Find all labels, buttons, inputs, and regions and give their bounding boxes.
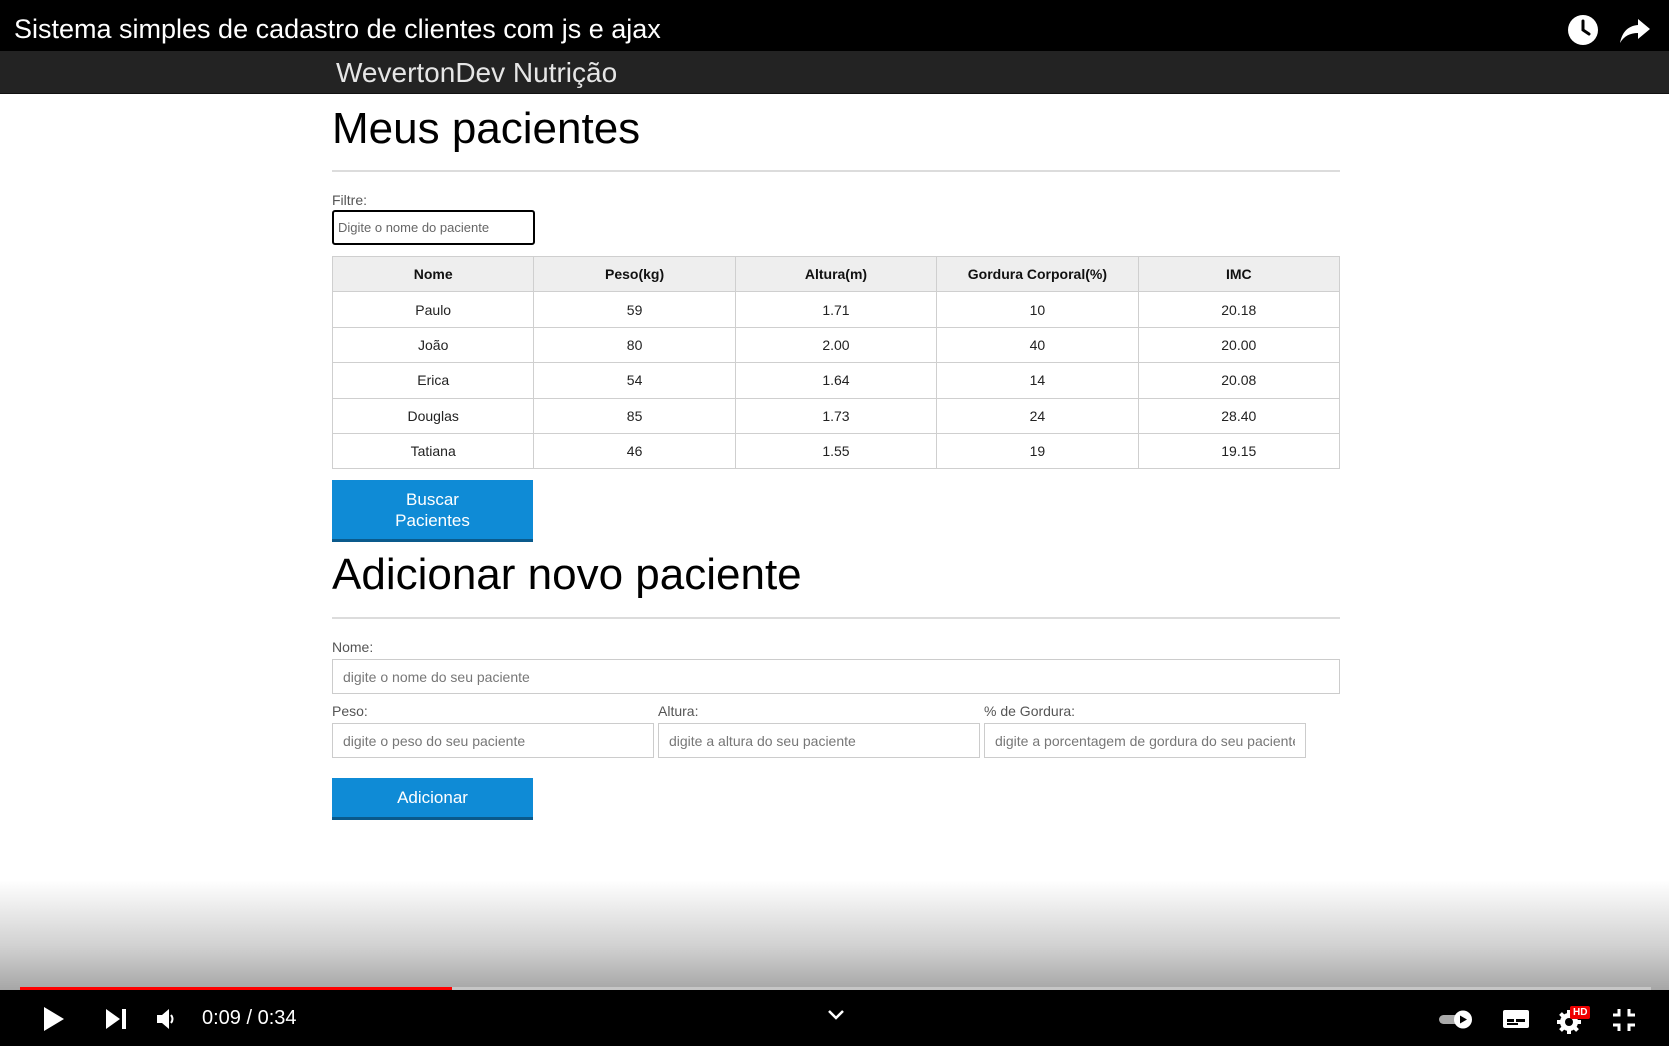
cell-nome: Douglas [331,397,535,434]
cell-imc: 19.15 [1137,432,1341,470]
column-header-nome: Nome [331,255,535,293]
weight-group: Peso: [332,703,654,759]
height-group: Altura: [658,703,980,759]
cell-altura: 1.73 [734,397,938,434]
play-icon[interactable] [42,1006,66,1032]
add-patient-button[interactable]: Adicionar [332,778,533,821]
filter-label: Filtre: [332,192,367,208]
cell-altura: 1.64 [734,362,938,399]
duration: 0:34 [257,1007,297,1029]
cell-gordura: 14 [936,362,1139,399]
fat-field[interactable] [984,723,1306,759]
share-icon[interactable] [1618,13,1652,47]
table-row[interactable]: Paulo 59 1.71 10 20.18 [331,291,1341,328]
table-row[interactable]: João 80 2.00 40 20.00 [331,326,1341,364]
current-time: 0:09 [202,1007,241,1029]
weight-field[interactable] [332,723,654,759]
patients-title: Meus pacientes [332,104,641,153]
settings-button[interactable]: HD [1556,1006,1591,1034]
cell-imc: 28.40 [1137,397,1341,434]
patients-divider [332,170,1340,172]
cell-altura: 1.71 [734,291,938,328]
cell-gordura: 10 [936,291,1139,328]
autoplay-toggle-icon[interactable] [1438,1009,1474,1029]
cell-nome: Erica [331,362,535,399]
cell-altura: 2.00 [734,326,938,364]
height-label: Altura: [658,703,699,720]
filter-input[interactable] [332,210,535,245]
hd-badge: HD [1570,1006,1591,1019]
cell-imc: 20.00 [1137,326,1341,364]
name-field[interactable] [332,659,1340,695]
table-row[interactable]: Tatiana 46 1.55 19 19.15 [331,432,1341,470]
cell-peso: 85 [533,397,736,434]
next-icon[interactable] [104,1008,128,1030]
cell-nome: João [331,326,535,364]
search-button-label-line1: Buscar [406,490,459,510]
cell-imc: 20.18 [1137,291,1341,328]
cell-imc: 20.08 [1137,362,1341,399]
column-header-gordura: Gordura Corporal(%) [936,255,1139,293]
player-top-bar: Sistema simples de cadastro de clientes … [0,0,1669,51]
patients-table: Nome Peso(kg) Altura(m) Gordura Corporal… [331,255,1341,470]
time-display: 0:09 / 0:34 [202,1007,297,1030]
cell-peso: 46 [533,432,736,470]
measurements-row: Peso: Altura: % de Gordura: [332,703,1340,759]
table-header-row: Nome Peso(kg) Altura(m) Gordura Corporal… [331,255,1341,293]
table-row[interactable]: Erica 54 1.64 14 20.08 [331,362,1341,399]
cell-peso: 54 [533,362,736,399]
video-title[interactable]: Sistema simples de cadastro de clientes … [14,14,661,45]
time-separator: / [246,1007,253,1029]
exit-fullscreen-icon[interactable] [1612,1008,1636,1032]
app-header: WevertonDev Nutrição [0,51,1669,94]
main-content: Meus pacientes Filtre: Nome Peso(kg) Alt… [331,94,1341,821]
volume-icon[interactable] [156,1008,176,1030]
fat-group: % de Gordura: [984,703,1306,759]
cell-nome: Tatiana [331,432,535,470]
search-patients-button[interactable]: Buscar Pacientes [332,480,533,543]
subtitles-icon[interactable] [1502,1008,1530,1030]
chevron-down-icon[interactable] [826,1008,846,1022]
height-field[interactable] [658,723,980,759]
add-patient-title: Adicionar novo paciente [332,550,802,600]
cell-peso: 80 [533,326,736,364]
watch-later-icon[interactable] [1566,13,1600,47]
name-label: Nome: [332,639,374,656]
column-header-altura: Altura(m) [734,255,938,293]
fat-label: % de Gordura: [984,703,1076,720]
add-divider [332,617,1340,620]
cell-gordura: 19 [936,432,1139,470]
column-header-peso: Peso(kg) [533,255,736,293]
cell-nome: Paulo [331,291,535,328]
column-header-imc: IMC [1137,255,1341,293]
player-gradient [0,880,1669,990]
cell-gordura: 24 [936,397,1139,434]
cell-gordura: 40 [936,326,1139,364]
table-row[interactable]: Douglas 85 1.73 24 28.40 [331,397,1341,434]
app-logo: WevertonDev Nutrição [336,57,618,88]
search-button-label-line2: Pacientes [395,511,470,531]
weight-label: Peso: [332,703,368,720]
cell-peso: 59 [533,291,736,328]
cell-altura: 1.55 [734,432,938,470]
